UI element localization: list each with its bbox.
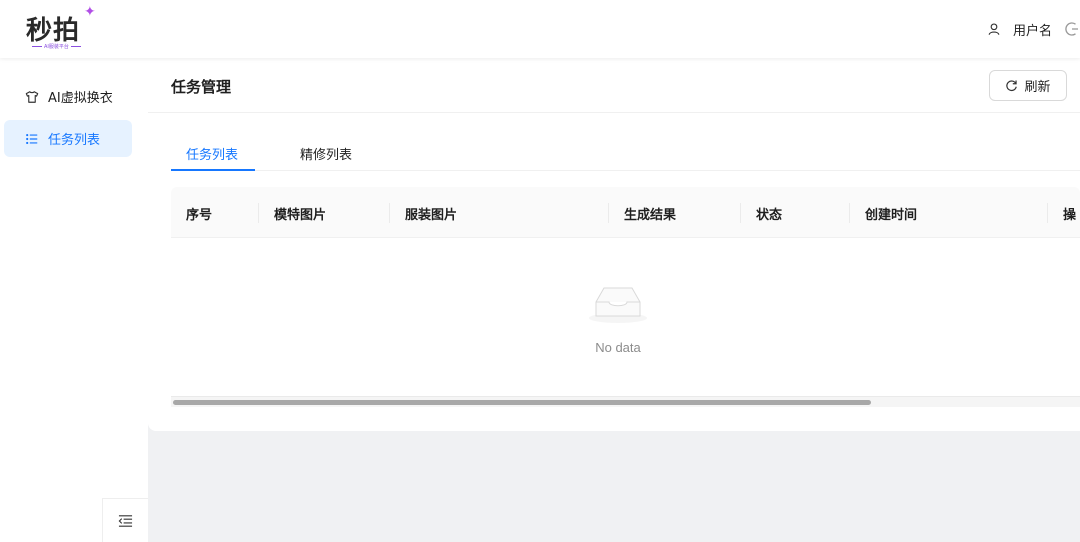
column-header-garment-image[interactable]: 服装图片 bbox=[405, 204, 457, 223]
table-header: 序号 模特图片 服装图片 生成结果 状态 创建时间 操 bbox=[171, 187, 1080, 238]
refresh-label: 刷新 bbox=[1024, 80, 1051, 95]
table-horizontal-scrollbar[interactable] bbox=[171, 396, 1080, 407]
refresh-icon bbox=[1006, 80, 1018, 92]
tab-bar: 任务列表 精修列表 bbox=[171, 138, 1080, 171]
column-header-model-image[interactable]: 模特图片 bbox=[274, 204, 326, 223]
list-icon bbox=[24, 131, 39, 146]
sidebar-collapse-button[interactable] bbox=[102, 498, 148, 542]
column-header-status[interactable]: 状态 bbox=[756, 204, 782, 223]
task-management-card: 任务管理 刷新 任务列表 精修列表 序号 模特图片 服装图片 生成结果 状态 创… bbox=[148, 58, 1080, 431]
tab-task-list[interactable]: 任务列表 bbox=[186, 144, 238, 163]
shirt-icon bbox=[24, 89, 39, 104]
sidebar-item-ai-try-on[interactable]: AI虚拟换衣 bbox=[4, 78, 132, 115]
column-header-result[interactable]: 生成结果 bbox=[624, 204, 676, 223]
page-title: 任务管理 bbox=[171, 78, 232, 96]
column-divider bbox=[740, 203, 741, 223]
user-icon[interactable] bbox=[987, 22, 1001, 36]
logo-subtitle: AI服装平台 bbox=[30, 43, 83, 50]
user-name[interactable]: 用户名 bbox=[1013, 20, 1052, 39]
sidebar: AI虚拟换衣 任务列表 bbox=[0, 58, 148, 542]
top-header: 秒拍 ✦ AI服装平台 用户名 bbox=[0, 0, 1080, 58]
tab-retouch-list[interactable]: 精修列表 bbox=[300, 144, 352, 163]
sidebar-item-label: 任务列表 bbox=[48, 133, 101, 148]
column-header-index[interactable]: 序号 bbox=[186, 204, 212, 223]
sidebar-item-label: AI虚拟换衣 bbox=[48, 91, 113, 106]
logout-icon[interactable] bbox=[1064, 21, 1080, 37]
column-divider bbox=[849, 203, 850, 223]
empty-text: No data bbox=[595, 340, 641, 355]
logo-text: 秒拍 bbox=[26, 16, 81, 46]
refresh-button[interactable]: 刷新 bbox=[989, 70, 1067, 101]
scrollbar-thumb[interactable] bbox=[173, 400, 871, 405]
column-divider bbox=[608, 203, 609, 223]
active-tab-indicator bbox=[171, 169, 255, 171]
column-header-created-time[interactable]: 创建时间 bbox=[865, 204, 917, 223]
column-divider bbox=[1047, 203, 1048, 223]
sidebar-item-task-list[interactable]: 任务列表 bbox=[4, 120, 132, 157]
task-table: 序号 模特图片 服装图片 生成结果 状态 创建时间 操 No data bbox=[171, 187, 1080, 355]
app-logo[interactable]: 秒拍 ✦ AI服装平台 bbox=[26, 4, 106, 52]
user-area: 用户名 bbox=[987, 0, 1080, 58]
empty-state: No data bbox=[171, 238, 1080, 395]
menu-fold-icon bbox=[118, 514, 133, 527]
column-header-actions[interactable]: 操 bbox=[1063, 204, 1076, 223]
card-header: 任务管理 刷新 bbox=[148, 58, 1080, 113]
empty-inbox-icon bbox=[589, 287, 647, 323]
column-divider bbox=[389, 203, 390, 223]
column-divider bbox=[258, 203, 259, 223]
sparkle-icon: ✦ bbox=[84, 4, 96, 20]
